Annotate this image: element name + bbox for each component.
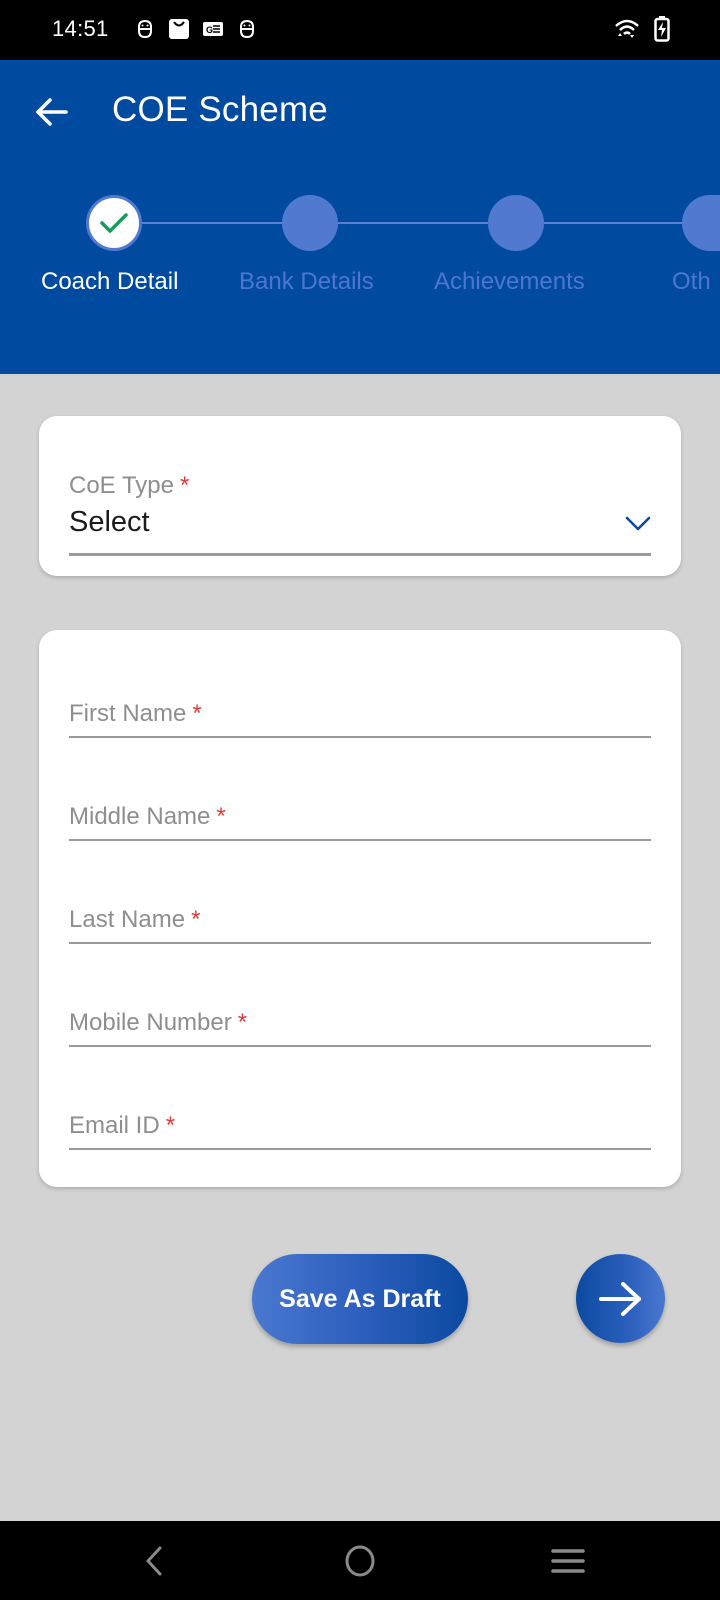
middle-name-field[interactable]: Middle Name * xyxy=(69,797,651,841)
step-4-label[interactable]: Oth xyxy=(672,268,720,296)
middle-name-label: Middle Name * xyxy=(69,803,226,830)
mobile-number-field[interactable]: Mobile Number * xyxy=(69,1003,651,1047)
home-circle-icon xyxy=(345,1545,375,1577)
menu-lines-icon xyxy=(551,1549,585,1573)
arrow-left-icon xyxy=(36,98,68,126)
first-name-underline xyxy=(69,736,651,738)
email-id-underline xyxy=(69,1148,651,1150)
last-name-underline xyxy=(69,942,651,944)
page-title: COE Scheme xyxy=(112,90,328,129)
system-nav-bar xyxy=(0,1521,720,1600)
wifi-icon xyxy=(615,19,639,38)
coe-type-label: CoE Type * xyxy=(69,472,190,499)
status-bar: 14:51 G xyxy=(0,0,720,60)
nav-home-button[interactable] xyxy=(338,1539,382,1583)
android-face-icon xyxy=(240,19,254,39)
status-time: 14:51 xyxy=(52,16,109,41)
arrow-right-icon xyxy=(598,1281,641,1316)
personal-details-card: First Name * Middle Name * Last Name * Mobi… xyxy=(39,630,681,1187)
chevron-left-icon xyxy=(146,1546,162,1576)
android-face-icon xyxy=(138,19,152,39)
step-2-label[interactable]: Bank Details xyxy=(239,268,374,296)
step-2-indicator[interactable] xyxy=(282,195,338,251)
last-name-field[interactable]: Last Name * xyxy=(69,900,651,944)
shopping-bag-icon xyxy=(169,19,189,39)
email-id-label: Email ID * xyxy=(69,1112,176,1139)
middle-name-underline xyxy=(69,839,651,841)
last-name-label: Last Name * xyxy=(69,906,201,933)
battery-charging-icon xyxy=(654,16,670,42)
coe-type-dropdown[interactable]: CoE Type * Select xyxy=(69,472,651,562)
step-3-label[interactable]: Achievements xyxy=(434,268,585,296)
email-id-field[interactable]: Email ID * xyxy=(69,1106,651,1150)
notification-icons: G xyxy=(134,18,258,40)
first-name-field[interactable]: First Name * xyxy=(69,694,651,738)
coe-type-card: CoE Type * Select xyxy=(39,416,681,576)
step-connector xyxy=(542,222,682,224)
coe-type-underline xyxy=(69,553,651,556)
step-1-label[interactable]: Coach Detail xyxy=(41,268,178,296)
first-name-label: First Name * xyxy=(69,700,202,727)
mobile-number-underline xyxy=(69,1045,651,1047)
chevron-down-icon[interactable] xyxy=(625,516,651,532)
coe-type-value[interactable]: Select xyxy=(69,506,150,539)
news-card-icon: G xyxy=(203,22,223,36)
next-button[interactable] xyxy=(576,1254,665,1343)
step-connector xyxy=(140,222,282,224)
checkmark-icon xyxy=(100,213,128,233)
step-3-indicator[interactable] xyxy=(488,195,544,251)
svg-text:G: G xyxy=(206,25,213,35)
nav-recents-button[interactable] xyxy=(546,1539,590,1583)
system-icons xyxy=(614,16,670,42)
save-as-draft-button[interactable]: Save As Draft xyxy=(252,1254,468,1344)
mobile-number-label: Mobile Number * xyxy=(69,1009,248,1036)
step-1-indicator[interactable] xyxy=(86,195,142,251)
nav-back-button[interactable] xyxy=(132,1539,176,1583)
step-connector xyxy=(336,222,488,224)
back-button[interactable] xyxy=(30,90,74,134)
